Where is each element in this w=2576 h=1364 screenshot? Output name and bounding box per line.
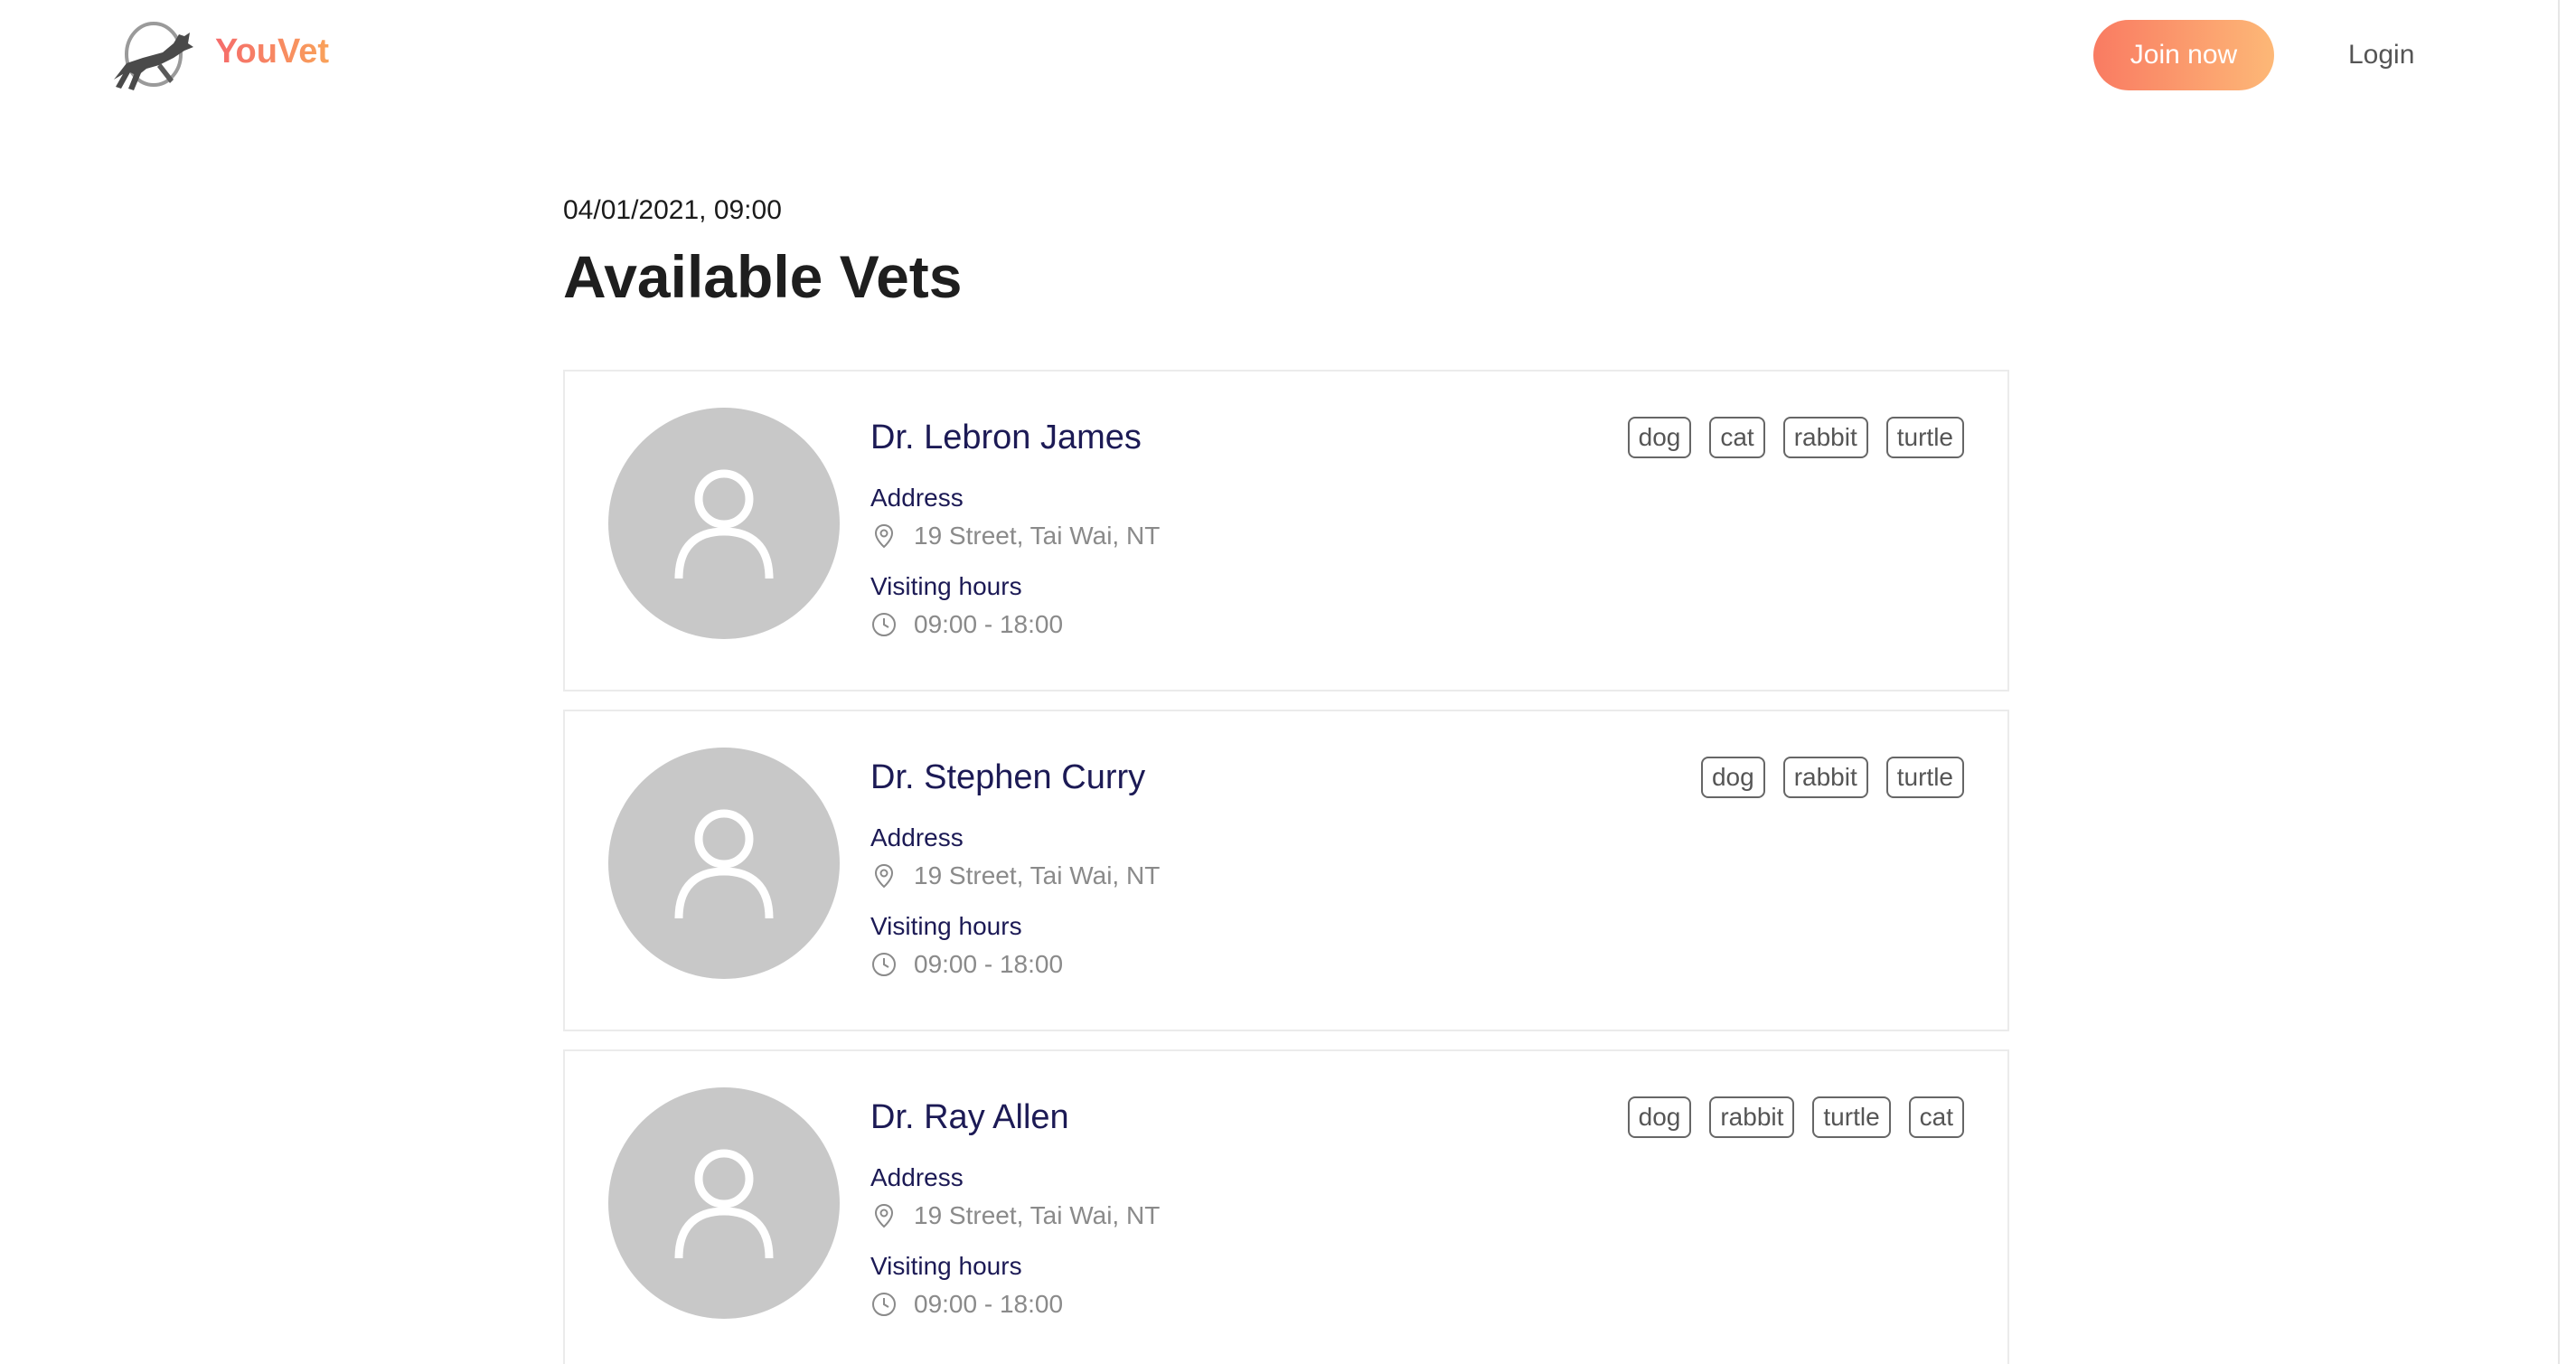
address-label: Address: [870, 1163, 964, 1191]
animal-tags: dog rabbit turtle cat: [1627, 1096, 1964, 1138]
hours-label: Visiting hours: [870, 912, 1022, 940]
page-title: Available Vets: [563, 243, 963, 310]
tag-cat[interactable]: cat: [1709, 417, 1765, 458]
vet-card[interactable]: Dr. Ray Allen Address 19 Street, Tai Wai…: [563, 1049, 2009, 1364]
address-value: 19 Street, Tai Wai, NT: [914, 861, 1161, 889]
map-pin-icon: [874, 1203, 894, 1228]
brand-logo[interactable]: YouVet: [107, 16, 329, 96]
clock-icon: [872, 613, 896, 636]
tag-rabbit[interactable]: rabbit: [1709, 1096, 1795, 1138]
hours-value: 09:00 - 18:00: [914, 950, 1064, 978]
animal-tags: dog rabbit turtle: [1700, 757, 1964, 798]
tag-dog[interactable]: dog: [1700, 757, 1765, 798]
tag-dog[interactable]: dog: [1627, 1096, 1692, 1138]
hours-label: Visiting hours: [870, 1252, 1022, 1280]
address-label: Address: [870, 484, 964, 512]
vet-list: Dr. Lebron James Address 19 Street, Tai …: [563, 370, 2009, 1364]
tag-cat[interactable]: cat: [1908, 1096, 1964, 1138]
page: YouVet Join now Login 04/01/2021, 09:00 …: [0, 0, 2576, 1364]
avatar: [608, 748, 840, 979]
address-value: 19 Street, Tai Wai, NT: [914, 522, 1161, 550]
tag-dog[interactable]: dog: [1627, 417, 1692, 458]
user-placeholder-icon: [674, 469, 774, 579]
hours-row: 09:00 - 18:00: [870, 610, 1063, 639]
hours-value: 09:00 - 18:00: [914, 1290, 1064, 1318]
user-placeholder-icon: [674, 809, 774, 919]
avatar: [608, 408, 840, 639]
vet-name[interactable]: Dr. Ray Allen: [870, 1098, 1069, 1137]
hours-label: Visiting hours: [870, 572, 1022, 600]
hours-value: 09:00 - 18:00: [914, 610, 1064, 638]
tag-turtle[interactable]: turtle: [1885, 757, 1964, 798]
address-row: 19 Street, Tai Wai, NT: [870, 522, 1160, 550]
address-row: 19 Street, Tai Wai, NT: [870, 1201, 1160, 1230]
tag-rabbit[interactable]: rabbit: [1782, 417, 1868, 458]
user-placeholder-icon: [674, 1149, 774, 1259]
dog-logo-icon: [114, 22, 193, 90]
brand-name: YouVet: [215, 32, 329, 71]
animal-tags: dog cat rabbit turtle: [1627, 417, 1964, 458]
vet-card[interactable]: Dr. Stephen Curry Address 19 Street, Tai…: [563, 710, 2009, 1031]
clock-icon: [872, 953, 896, 976]
vet-name[interactable]: Dr. Lebron James: [870, 419, 1142, 457]
tag-rabbit[interactable]: rabbit: [1782, 757, 1868, 798]
address-label: Address: [870, 823, 964, 851]
vet-card[interactable]: Dr. Lebron James Address 19 Street, Tai …: [563, 370, 2009, 691]
avatar: [608, 1087, 840, 1319]
map-pin-icon: [874, 863, 894, 889]
vet-name[interactable]: Dr. Stephen Curry: [870, 758, 1145, 797]
tag-turtle[interactable]: turtle: [1885, 417, 1964, 458]
address-value: 19 Street, Tai Wai, NT: [914, 1201, 1161, 1229]
map-pin-icon: [874, 523, 894, 549]
page-scrollbar[interactable]: [2558, 0, 2576, 1364]
hours-row: 09:00 - 18:00: [870, 1290, 1063, 1319]
address-row: 19 Street, Tai Wai, NT: [870, 861, 1160, 890]
join-now-button[interactable]: Join now: [2093, 20, 2274, 90]
clock-icon: [872, 1293, 896, 1316]
login-link[interactable]: Login: [2348, 40, 2414, 71]
tag-turtle[interactable]: turtle: [1812, 1096, 1891, 1138]
selected-datetime: 04/01/2021, 09:00: [563, 195, 782, 225]
hours-row: 09:00 - 18:00: [870, 950, 1063, 979]
